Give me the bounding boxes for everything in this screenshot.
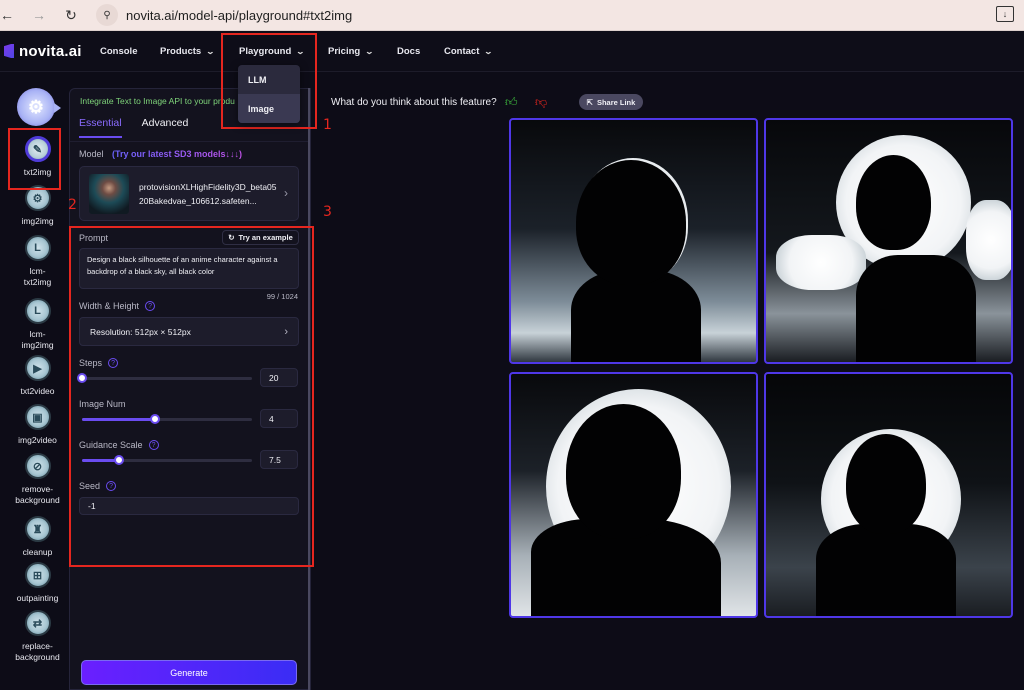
site-info-icon[interactable]: ⚲ bbox=[96, 4, 118, 26]
annotation-number: 2 bbox=[68, 197, 77, 213]
rail-item-label: img2img bbox=[21, 216, 54, 226]
model-icon: L bbox=[24, 298, 51, 324]
chevron-right-icon: › bbox=[284, 186, 288, 200]
rail-item-label: cleanup bbox=[22, 547, 53, 557]
logo[interactable]: novita.ai bbox=[4, 43, 82, 60]
share-link-button[interactable]: ⇱ Share Link bbox=[579, 94, 643, 110]
silhouette-head bbox=[576, 160, 686, 285]
tab-advanced[interactable]: Advanced bbox=[142, 117, 189, 138]
nav-docs[interactable]: Docs bbox=[397, 46, 420, 57]
reload-icon[interactable]: ↻ bbox=[60, 4, 82, 26]
dropdown-item-image[interactable]: Image bbox=[238, 94, 300, 123]
back-arrow-icon[interactable]: ← bbox=[0, 4, 18, 26]
result-image[interactable] bbox=[509, 118, 758, 364]
annotation-box-txt2img bbox=[8, 128, 61, 190]
rail-item-lcm-img2img[interactable]: Llcm-img2img bbox=[0, 298, 75, 351]
rail-item-label: outpainting bbox=[16, 593, 59, 603]
rail-item-outpainting[interactable]: ⊞ outpainting bbox=[0, 562, 75, 604]
annotation-number: 3 bbox=[323, 204, 332, 220]
rail-item-label: replace-background bbox=[15, 641, 60, 662]
nav-console[interactable]: Console bbox=[100, 46, 137, 57]
model-icon: ⇄ bbox=[24, 610, 51, 636]
nav-products[interactable]: Products ⌄ bbox=[160, 45, 216, 57]
nav-label: Contact bbox=[444, 45, 480, 57]
model-icon: ♜ bbox=[24, 516, 51, 542]
rail-item-remove-background[interactable]: ⊘ remove-background bbox=[0, 453, 75, 506]
nav-label: Docs bbox=[397, 45, 421, 57]
promo-text[interactable]: Integrate Text to Image API to your prod… bbox=[80, 96, 235, 106]
nav-label: Products bbox=[160, 45, 202, 57]
model-icon: ⊞ bbox=[24, 562, 51, 588]
silhouette-head bbox=[846, 434, 926, 534]
settings-tabs: Essential Advanced bbox=[79, 117, 188, 138]
nav-label: Console bbox=[100, 45, 138, 57]
url-text[interactable]: novita.ai/model-api/playground#txt2img bbox=[126, 8, 352, 23]
rail-item-label: img2video bbox=[18, 435, 57, 445]
rail-item-label: lcm-img2img bbox=[21, 329, 54, 350]
annotation-box-settings bbox=[69, 226, 314, 567]
logo-icon bbox=[4, 44, 14, 58]
rail-item-label: remove-background bbox=[15, 484, 60, 505]
rail-item-label: txt2video bbox=[20, 386, 55, 396]
rail-item-lcm-txt2img[interactable]: Llcm-txt2img bbox=[0, 235, 75, 288]
silhouette-head bbox=[856, 155, 931, 250]
thumbs-up-icon[interactable]: 👍︎ bbox=[505, 95, 518, 110]
model-selector[interactable]: protovisionXLHighFidelity3D_beta0520Bake… bbox=[79, 166, 299, 221]
dropdown-item-llm[interactable]: LLM bbox=[238, 65, 300, 94]
tab-essential[interactable]: Essential bbox=[79, 117, 122, 138]
model-icon: L bbox=[24, 235, 51, 261]
logo-text: novita.ai bbox=[19, 42, 82, 60]
model-icon: ⊘ bbox=[24, 453, 51, 479]
result-image[interactable] bbox=[764, 118, 1013, 364]
top-navigation: novita.ai Console Products ⌄ Playground ⌄ … bbox=[0, 31, 1024, 72]
button-label: Share Link bbox=[596, 97, 636, 107]
cloud-shape bbox=[776, 235, 866, 290]
cloud-shape bbox=[966, 200, 1011, 280]
chevron-down-icon: ⌄ bbox=[205, 46, 216, 56]
model-icon: ▣ bbox=[24, 404, 51, 430]
feedback-question: What do you think about this feature? bbox=[331, 97, 497, 108]
annotation-number: 1 bbox=[323, 117, 332, 133]
playground-dropdown: LLM Image bbox=[238, 65, 300, 123]
rail-item-img2img[interactable]: ⚙ img2img bbox=[0, 185, 75, 227]
silhouette-head bbox=[566, 404, 681, 539]
rail-item-label: lcm-txt2img bbox=[23, 266, 52, 287]
nav-label: Pricing bbox=[328, 45, 361, 57]
tab-divider bbox=[70, 141, 310, 142]
result-image[interactable] bbox=[509, 372, 758, 618]
sd3-models-link[interactable]: (Try our latest SD3 models↓↓↓) bbox=[112, 149, 242, 159]
thumbs-down-icon[interactable]: 👎︎ bbox=[535, 95, 547, 110]
forward-arrow-icon[interactable]: → bbox=[28, 4, 50, 26]
ai-brain-icon[interactable]: ⚙ bbox=[17, 88, 61, 126]
model-label: Model bbox=[79, 149, 104, 159]
silhouette-body bbox=[856, 255, 976, 362]
chevron-down-icon: ⌄ bbox=[364, 46, 375, 56]
silhouette-body bbox=[816, 524, 956, 616]
chevron-down-icon: ⌄ bbox=[484, 46, 494, 56]
generate-button[interactable]: Generate bbox=[81, 660, 297, 685]
install-app-icon[interactable]: ↓ bbox=[996, 6, 1014, 22]
rail-item-txt2video[interactable]: ▶ txt2video bbox=[0, 355, 75, 397]
result-image[interactable] bbox=[764, 372, 1013, 618]
rail-item-replace-background[interactable]: ⇄ replace-background bbox=[0, 610, 75, 663]
rail-item-cleanup[interactable]: ♜ cleanup bbox=[0, 516, 75, 558]
nav-pricing[interactable]: Pricing ⌄ bbox=[328, 45, 375, 57]
rail-item-img2video[interactable]: ▣ img2video bbox=[0, 404, 75, 446]
model-name: protovisionXLHighFidelity3D_beta0520Bake… bbox=[139, 182, 277, 206]
browser-toolbar: ← → ↻ ⚲ novita.ai/model-api/playground#t… bbox=[0, 0, 1024, 31]
address-bar[interactable]: ⚲ novita.ai/model-api/playground#txt2img bbox=[96, 3, 352, 27]
model-icon: ▶ bbox=[24, 355, 51, 381]
model-thumbnail bbox=[89, 174, 129, 214]
nav-contact[interactable]: Contact ⌄ bbox=[444, 45, 494, 57]
share-icon: ⇱ bbox=[586, 97, 593, 107]
